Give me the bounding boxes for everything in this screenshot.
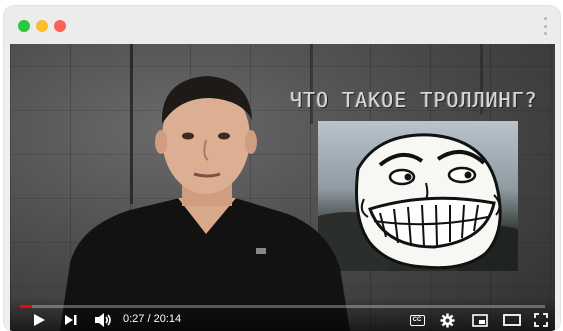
progress-played [20, 305, 32, 308]
video-player[interactable]: ЧТО ТАКОЕ ТРОЛЛИНГ? 0:27 / 20:14 CC [10, 44, 555, 331]
fullscreen-button[interactable] [532, 312, 550, 328]
next-button[interactable] [62, 312, 80, 328]
theater-mode-icon [503, 314, 521, 326]
subtitles-button[interactable]: CC [408, 312, 426, 328]
theater-mode-button[interactable] [502, 312, 522, 328]
player-controls-bar: 0:27 / 20:14 CC [10, 297, 555, 331]
time-display: 0:27 / 20:14 [123, 313, 182, 325]
more-options-icon[interactable] [542, 17, 548, 35]
settings-icon [439, 312, 455, 328]
title-bar [4, 6, 560, 44]
play-button[interactable] [30, 312, 48, 328]
miniplayer-button[interactable] [471, 312, 489, 328]
volume-icon [95, 313, 111, 327]
miniplayer-icon [472, 313, 488, 327]
close-dot[interactable] [54, 20, 66, 32]
browser-window: ЧТО ТАКОЕ ТРОЛЛИНГ? 0:27 / 20:14 CC [4, 6, 560, 331]
mute-button[interactable] [93, 312, 113, 328]
progress-bar[interactable] [20, 305, 545, 308]
maximize-dot[interactable] [18, 20, 30, 32]
settings-button[interactable] [438, 312, 456, 328]
next-icon [65, 315, 77, 325]
play-icon [34, 314, 45, 326]
subtitles-icon: CC [409, 314, 425, 326]
fullscreen-icon [534, 313, 548, 327]
presenter-figure [60, 76, 350, 331]
minimize-dot[interactable] [36, 20, 48, 32]
